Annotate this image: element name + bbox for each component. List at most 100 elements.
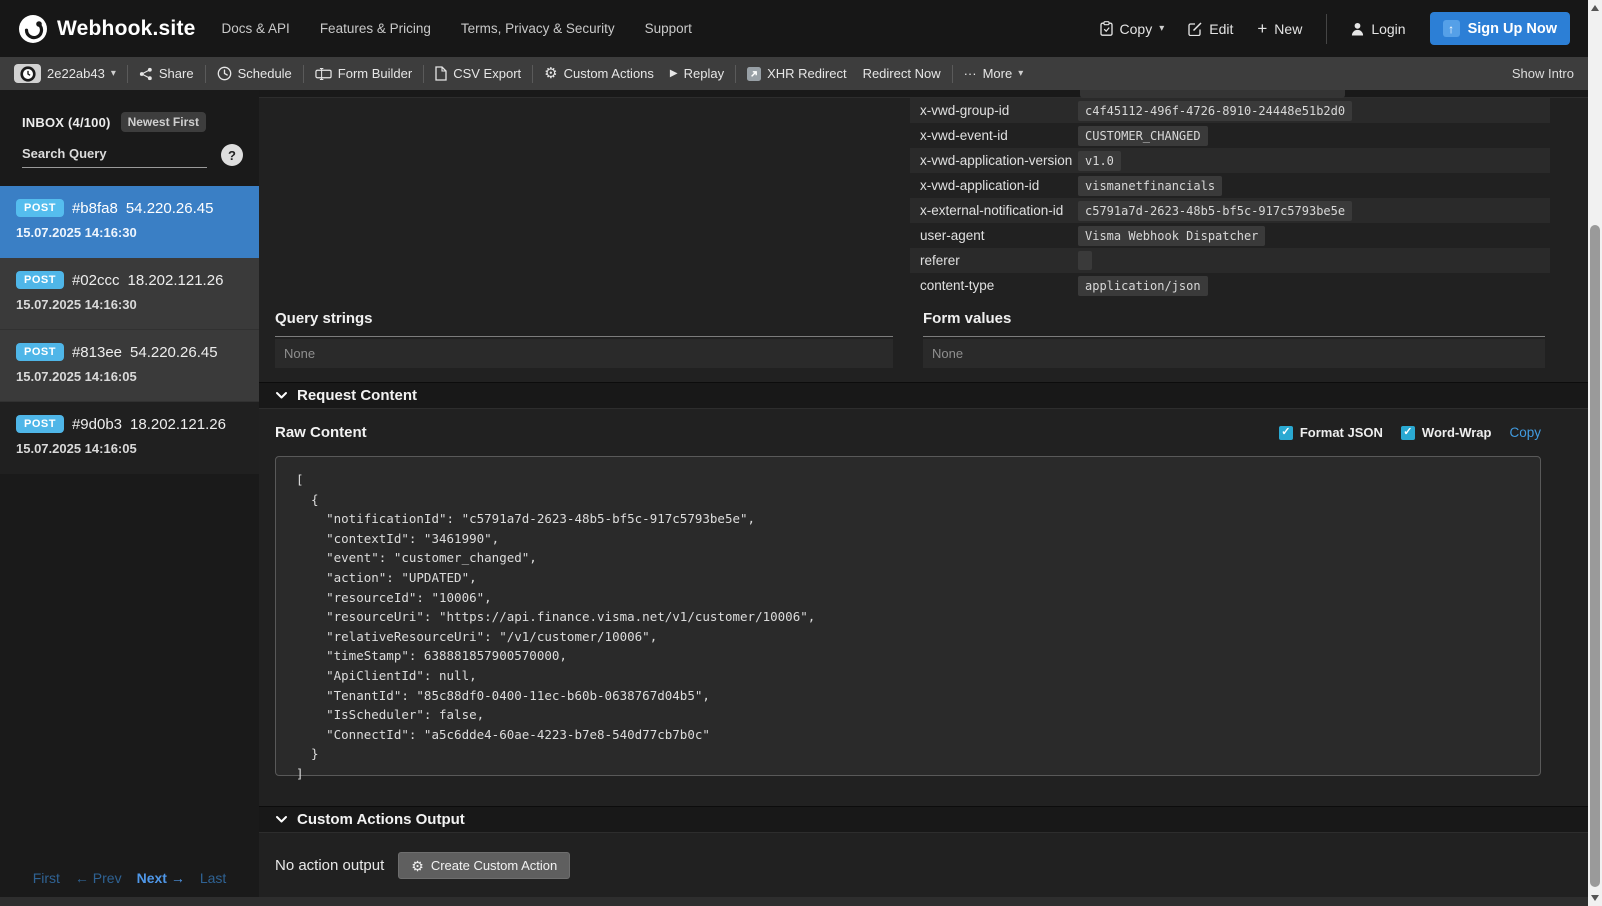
request-list-item[interactable]: POST #02ccc 18.202.121.26 15.07.2025 14:… [0,258,259,330]
request-content-section-header[interactable]: Request Content [259,382,1588,409]
code-line: "action": "UPDATED", [296,568,1520,588]
scroll-up-icon[interactable] [1588,0,1602,16]
request-list-item[interactable]: POST #b8fa8 54.220.26.45 15.07.2025 14:1… [0,186,259,258]
header-name: x-vwd-application-id [920,178,1078,193]
edit-button[interactable]: Edit [1188,21,1233,37]
token-clock-icon [14,64,41,83]
xhr-redirect-button-label: XHR Redirect [767,66,846,81]
header-row: x-vwd-application-id vismanetfinancials [910,173,1550,198]
create-custom-action-button[interactable]: ⚙ Create Custom Action [398,852,570,879]
new-button[interactable]: + New [1257,20,1302,37]
page-bottom-strip [0,897,1588,906]
caret-down-icon: ▾ [111,68,116,79]
word-wrap-checkbox[interactable]: ✓ Word-Wrap [1401,425,1492,440]
header-row: referer [910,248,1550,273]
copy-dropdown[interactable]: Copy ▾ [1100,21,1165,37]
pagination-next[interactable]: Next → [137,870,185,886]
code-line: "ApiClientId": null, [296,666,1520,686]
request-ip: 18.202.121.26 [127,272,223,289]
request-time: 15.07.2025 14:16:05 [16,369,243,384]
pagination-prev[interactable]: ← Prev [75,870,122,886]
nav-link-terms[interactable]: Terms, Privacy & Security [461,21,615,36]
request-item-heading: POST #02ccc 18.202.121.26 [16,271,243,289]
request-id: #9d0b3 [72,416,122,433]
schedule-button-label: Schedule [238,66,292,81]
help-icon[interactable]: ? [221,144,243,166]
more-dropdown[interactable]: ··· More ▾ [964,66,1024,81]
redirect-now-button[interactable]: Redirect Now [863,66,941,81]
search-input[interactable] [22,142,207,168]
redirect-now-button-label: Redirect Now [863,66,941,81]
code-line: "resourceId": "10006", [296,588,1520,608]
gear-icon: ⚙ [411,859,424,873]
scroll-down-icon[interactable] [1588,890,1602,906]
custom-actions-button[interactable]: ⚙ Custom Actions [544,66,654,81]
login-button[interactable]: Login [1351,21,1405,37]
share-button[interactable]: Share [139,66,194,81]
inbox-count-label: INBOX (4/100) [22,115,111,130]
request-list-item[interactable]: POST #9d0b3 18.202.121.26 15.07.2025 14:… [0,402,259,474]
share-icon [139,67,153,81]
header-value: v1.0 [1078,151,1121,171]
pagination-first[interactable]: First [33,870,60,886]
header-row: x-vwd-group-id c4f45112-496f-4726-8910-2… [910,98,1550,123]
nav-link-docs[interactable]: Docs & API [222,21,290,36]
show-intro-link[interactable]: Show Intro [1512,66,1574,81]
header-row: x-vwd-application-version v1.0 [910,148,1550,173]
sort-order-badge[interactable]: Newest First [121,112,206,132]
vertical-scrollbar[interactable] [1588,0,1602,906]
signup-button-label: Sign Up Now [1468,21,1557,37]
format-json-checkbox[interactable]: ✓ Format JSON [1279,425,1383,440]
nav-link-support[interactable]: Support [645,21,692,36]
toolbar-divider [735,65,736,83]
header-value: application/json [1078,276,1208,296]
nav-right: Copy ▾ Edit + New [1100,12,1570,45]
header-value: Visma Webhook Dispatcher [1078,226,1265,246]
code-line: "ConnectId": "a5c6dde4-60ae-4223-b7e8-54… [296,725,1520,745]
caret-down-icon: ▾ [1159,23,1164,34]
code-line: ] [296,764,1520,784]
replay-button-label: Replay [684,66,724,81]
chevron-down-icon [275,391,288,400]
custom-actions-button-label: Custom Actions [564,66,654,81]
header-value: c5791a7d-2623-48b5-bf5c-917c5793be5e [1078,201,1352,221]
pagination-last[interactable]: Last [200,870,226,886]
request-content-title: Request Content [297,387,417,404]
signup-button[interactable]: ↑ Sign Up Now [1430,12,1570,45]
copy-raw-content-link[interactable]: Copy [1509,425,1541,440]
code-line: "notificationId": "c5791a7d-2623-48b5-bf… [296,509,1520,529]
header-value [1078,251,1092,270]
share-button-label: Share [159,66,194,81]
brand[interactable]: Webhook.site [18,14,196,44]
schedule-button[interactable]: Schedule [217,66,292,81]
caret-down-icon: ▾ [1018,68,1023,79]
nav-link-features[interactable]: Features & Pricing [320,21,431,36]
csv-export-button[interactable]: CSV Export [435,66,521,81]
request-time: 15.07.2025 14:16:30 [16,297,243,312]
code-line: "timeStamp": 638881857900570000, [296,646,1520,666]
request-list: POST #b8fa8 54.220.26.45 15.07.2025 14:1… [0,186,259,474]
search-row: ? [0,132,259,168]
scrollbar-thumb[interactable] [1590,225,1600,887]
form-builder-icon [315,67,332,81]
copy-dropdown-label: Copy [1120,21,1153,37]
custom-actions-output-section-header[interactable]: Custom Actions Output [259,806,1588,833]
brand-name: Webhook.site [57,17,196,41]
edit-icon [1188,22,1202,36]
token-dropdown[interactable]: 2e22ab43 ▾ [14,64,116,83]
form-builder-button[interactable]: Form Builder [315,66,412,81]
code-line: "TenantId": "85c88df0-0400-11ec-b60b-063… [296,686,1520,706]
header-value: vismanetfinancials [1078,176,1222,196]
form-values-empty: None [923,339,1545,368]
clipboard-icon [1100,21,1113,36]
method-badge: POST [16,271,64,289]
request-list-item[interactable]: POST #813ee 54.220.26.45 15.07.2025 14:1… [0,330,259,402]
format-json-label: Format JSON [1300,425,1383,440]
toolbar-divider [952,65,953,83]
clock-icon [217,66,232,81]
external-link-icon [747,67,761,81]
replay-button[interactable]: ▶ Replay [670,66,724,81]
divider [275,336,893,337]
xhr-redirect-button[interactable]: XHR Redirect [747,66,846,81]
ellipsis-icon: ··· [964,67,977,80]
